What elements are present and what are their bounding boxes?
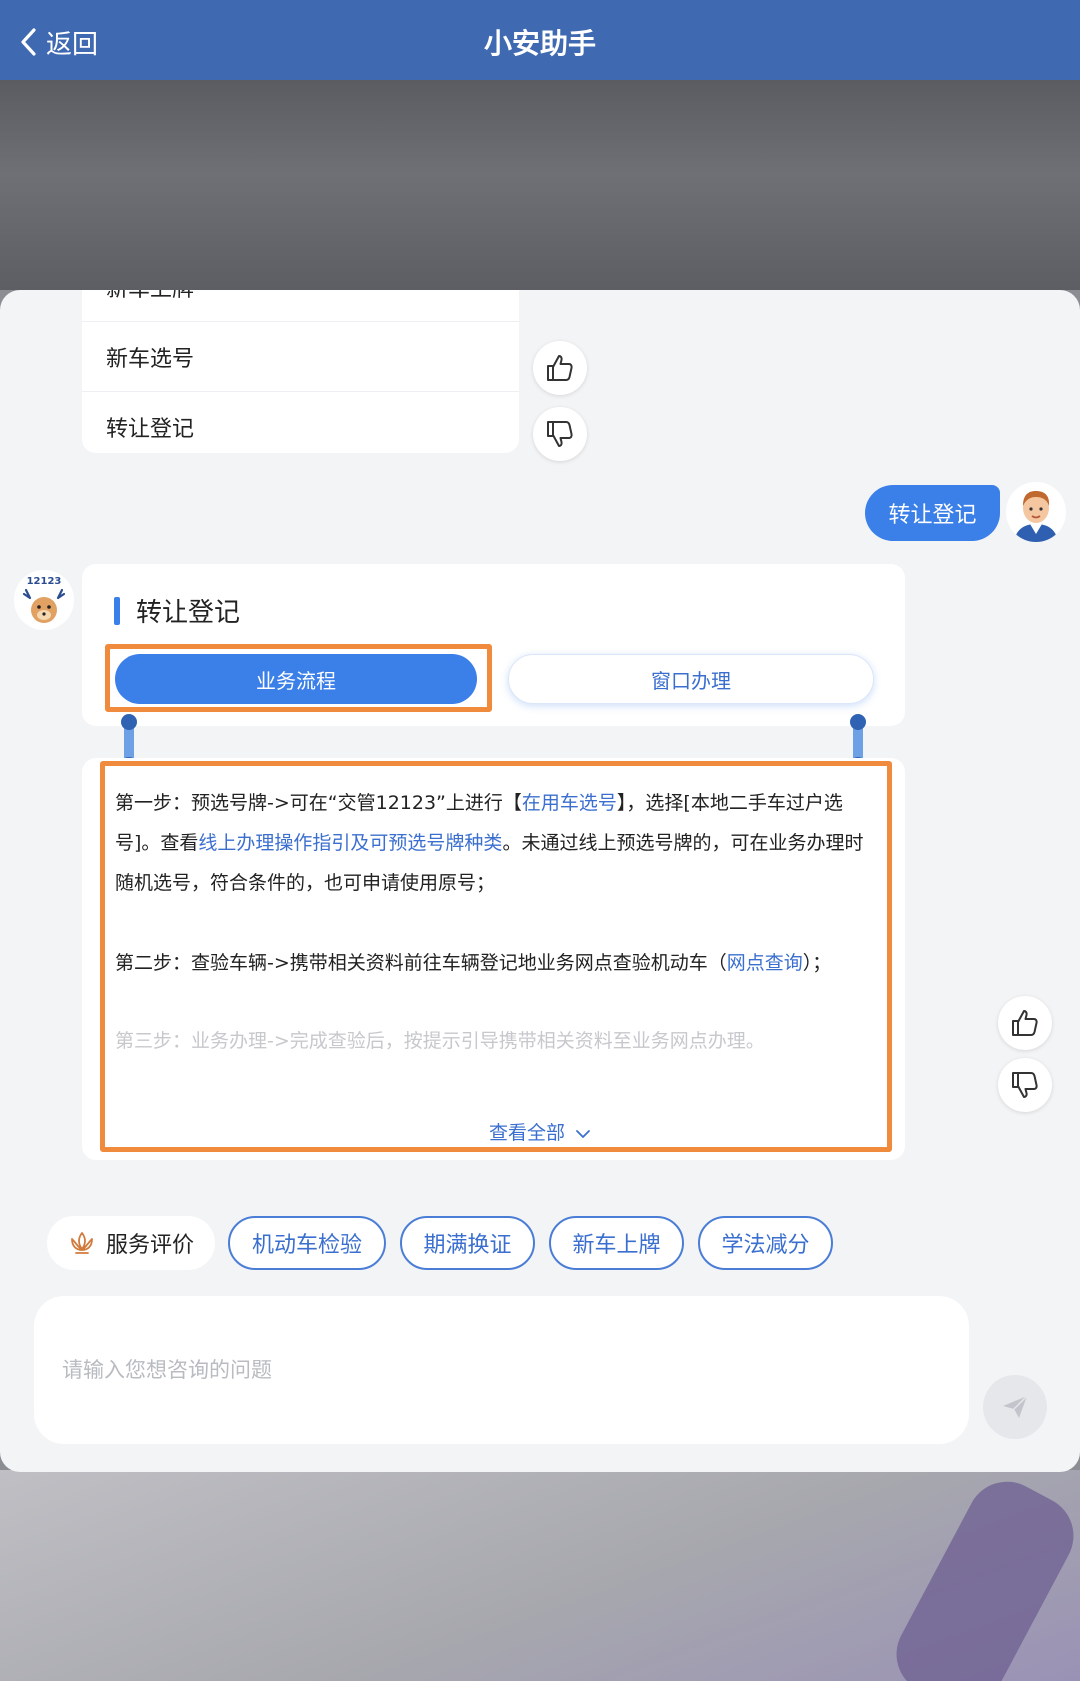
page-title: 小安助手 xyxy=(483,27,596,60)
step-1-text-a: 第一步：预选号牌->可在“交管12123”上进行【 xyxy=(115,792,522,814)
view-all-button[interactable]: 查看全部 xyxy=(0,1118,1080,1145)
answer-thumbs-up-button[interactable] xyxy=(998,996,1052,1050)
blurred-background-bottom xyxy=(0,1467,1080,1681)
answer-title-text: 转让登记 xyxy=(136,598,241,628)
svg-text:12123: 12123 xyxy=(27,576,62,587)
answer-header-card: 转让登记 业务流程 窗口办理 xyxy=(82,564,905,726)
menu-item-new-car-plate[interactable]: 新车上牌 xyxy=(82,290,519,322)
bot-avatar: 12123 xyxy=(14,570,74,630)
thumbs-up-icon xyxy=(547,355,573,381)
chevron-down-icon xyxy=(576,1129,590,1138)
quick-pill-vehicle-inspection[interactable]: 机动车检验 xyxy=(228,1216,386,1270)
step-2-text-b: ）； xyxy=(802,952,832,974)
send-button[interactable] xyxy=(983,1375,1047,1439)
tab-window-handling[interactable]: 窗口办理 xyxy=(508,654,874,704)
deer-logo-icon: 12123 xyxy=(14,570,74,630)
quick-actions-row: 服务评价 机动车检验 期满换证 新车上牌 学法减分 xyxy=(0,1216,1080,1306)
service-rating-button[interactable]: 服务评价 xyxy=(47,1216,215,1270)
user-avatar-icon xyxy=(1006,482,1066,542)
answer-content: 第一步：预选号牌->可在“交管12123”上进行【在用车选号】，选择[本地二手车… xyxy=(115,783,875,1059)
user-message-bubble: 转让登记 xyxy=(865,485,1000,541)
step-3-paragraph: 第三步：业务办理->完成查验后，按提示引导携带相关资料至业务网点办理。 xyxy=(115,1030,765,1052)
selection-handle-right-top-dot xyxy=(850,714,866,730)
blurred-background-top xyxy=(0,80,1080,290)
thumbs-down-button[interactable] xyxy=(533,407,587,461)
service-menu-card: 新车上牌 新车选号 转让登记 xyxy=(82,290,519,453)
tab-business-process[interactable]: 业务流程 xyxy=(115,654,477,704)
quick-pill-study-deduction[interactable]: 学法减分 xyxy=(698,1216,833,1270)
thumbs-down-icon xyxy=(547,421,573,447)
send-icon xyxy=(1003,1395,1028,1418)
question-input[interactable] xyxy=(34,1296,969,1444)
lotus-icon xyxy=(71,1232,93,1254)
view-all-label: 查看全部 xyxy=(488,1122,565,1144)
service-rating-label: 服务评价 xyxy=(105,1233,194,1258)
quick-pill-license-renewal[interactable]: 期满换证 xyxy=(400,1216,535,1270)
user-avatar xyxy=(1006,482,1066,542)
link-in-use-car-number[interactable]: 在用车选号 xyxy=(522,792,617,814)
thumbs-up-icon xyxy=(1012,1010,1038,1036)
step-2-paragraph: 第二步：查验车辆->携带相关资料前往车辆登记地业务网点查验机动车（网点查询）； xyxy=(115,943,875,983)
link-branch-query[interactable]: 网点查询 xyxy=(727,952,803,974)
thumbs-down-icon xyxy=(1012,1072,1038,1098)
title-accent-bar xyxy=(114,596,120,625)
step-2-text-a: 第二步：查验车辆->携带相关资料前往车辆登记地业务网点查验机动车（ xyxy=(115,952,727,974)
selection-handle-left-top-dot xyxy=(121,714,137,730)
quick-pill-new-car-plate[interactable]: 新车上牌 xyxy=(549,1216,684,1270)
menu-item-transfer-registration[interactable]: 转让登记 xyxy=(82,392,519,462)
menu-item-new-car-number[interactable]: 新车选号 xyxy=(82,322,519,392)
link-online-guide[interactable]: 线上办理操作指引及可预选号牌种类 xyxy=(198,832,502,854)
app-header: 返回 小安助手 xyxy=(0,0,1080,80)
answer-title: 转让登记 xyxy=(114,592,240,629)
step-1-paragraph: 第一步：预选号牌->可在“交管12123”上进行【在用车选号】，选择[本地二手车… xyxy=(115,783,875,903)
thumbs-up-button[interactable] xyxy=(533,341,587,395)
answer-thumbs-down-button[interactable] xyxy=(998,1058,1052,1112)
